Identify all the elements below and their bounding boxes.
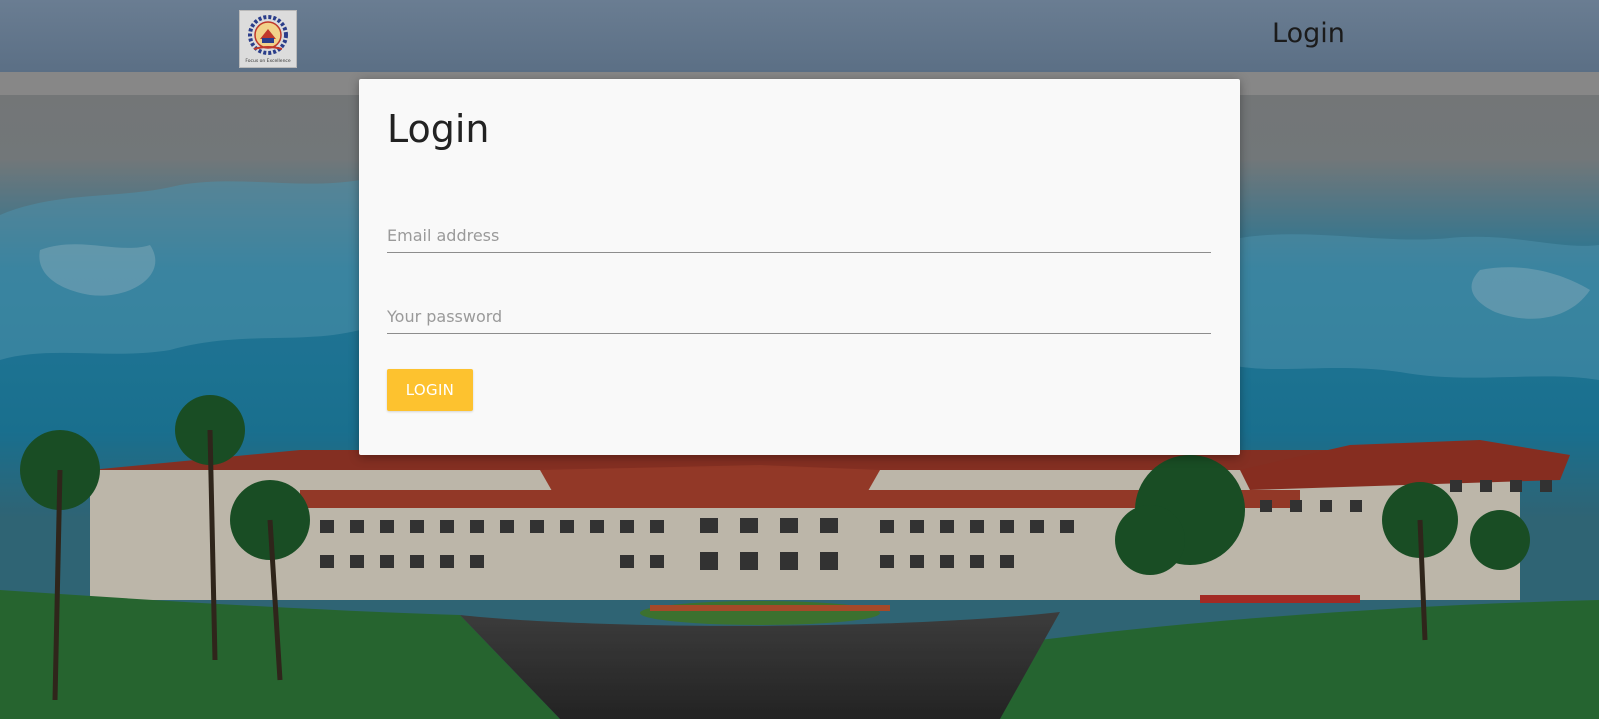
login-card: Login LOGIN	[359, 79, 1240, 455]
top-navbar: Focus on Excellence Login	[0, 0, 1599, 72]
login-button[interactable]: LOGIN	[387, 369, 473, 411]
college-emblem-graphic: Focus on Excellence	[245, 15, 291, 64]
nav-login-link[interactable]: Login	[1272, 18, 1345, 49]
email-field[interactable]	[387, 219, 1211, 253]
college-emblem-icon[interactable]: Focus on Excellence	[239, 10, 297, 68]
password-field[interactable]	[387, 300, 1211, 334]
login-title: Login	[387, 107, 490, 151]
logo-motto: Focus on Excellence	[245, 58, 291, 64]
